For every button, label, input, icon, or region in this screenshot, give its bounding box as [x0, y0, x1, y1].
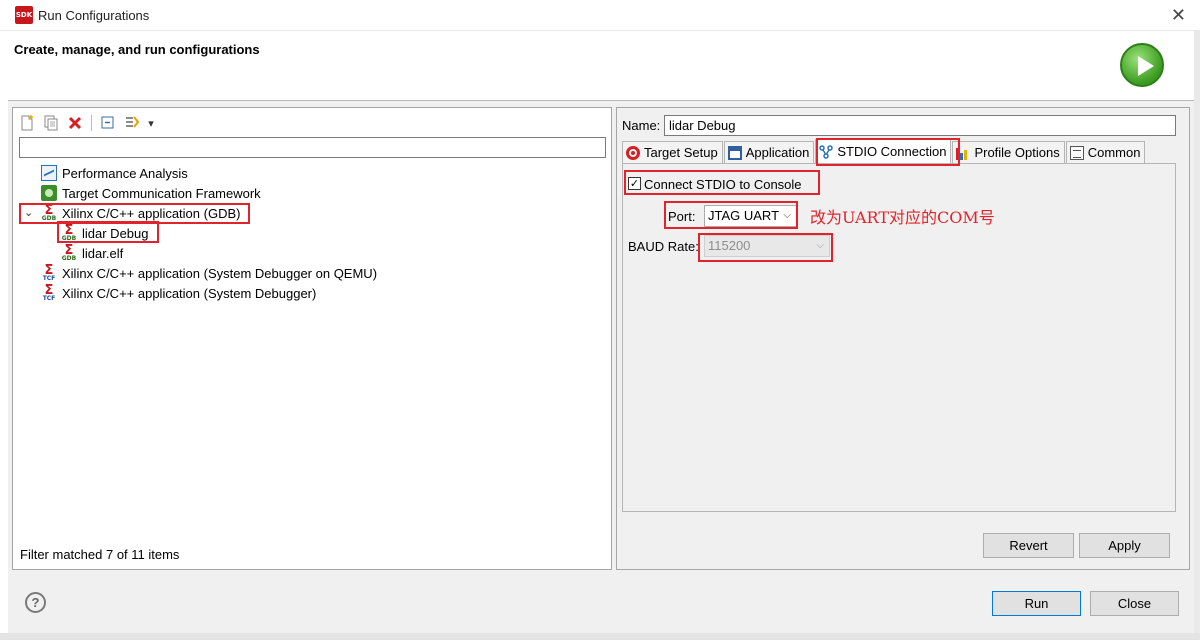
config-editor-panel: Name: Target Setup Application STDIO Con…: [616, 107, 1190, 570]
tree-item-xilinx-gdb[interactable]: Σ GDB Xilinx C/C++ application (GDB): [41, 203, 241, 223]
filter-status: Filter matched 7 of 11 items: [20, 547, 180, 562]
tab-application[interactable]: Application: [723, 141, 815, 163]
target-icon: [626, 145, 640, 160]
window-title: Run Configurations: [38, 8, 150, 23]
chevron-down-icon[interactable]: ⌄: [24, 206, 33, 219]
title-bar: SDK Run Configurations ✕: [0, 0, 1200, 31]
tree-item-label: lidar Debug: [82, 225, 149, 241]
tcf-icon: [41, 185, 57, 201]
baud-rate-label: BAUD Rate:: [628, 239, 699, 254]
chevron-down-icon: ⌵: [783, 210, 791, 221]
tab-label: Application: [745, 145, 810, 160]
tab-profile-options[interactable]: Profile Options: [952, 141, 1065, 163]
xilinx-gdb-icon: Σ GDB: [61, 243, 77, 262]
tree-toolbar: ▾: [17, 112, 156, 134]
port-select[interactable]: JTAG UART ⌵: [704, 205, 797, 227]
tree-item-label: lidar.elf: [82, 245, 124, 261]
baud-rate-value: 115200: [708, 238, 751, 253]
toolbar-separator: [91, 115, 92, 131]
performance-icon: [41, 165, 57, 181]
run-button[interactable]: Run: [992, 591, 1081, 616]
profile-icon: [956, 146, 970, 160]
tree-item-lidar-elf[interactable]: Σ GDB lidar.elf: [61, 243, 123, 263]
xilinx-gdb-icon: Σ GDB: [41, 203, 57, 222]
xilinx-gdb-icon: Σ GDB: [61, 223, 77, 242]
tree-item-xilinx-qemu[interactable]: Σ TCF Xilinx C/C++ application (System De…: [41, 263, 377, 283]
tab-label: Target Setup: [644, 145, 718, 160]
name-input[interactable]: [664, 115, 1176, 136]
tree-item-xilinx-system-debugger[interactable]: Σ TCF Xilinx C/C++ application (System De…: [41, 283, 317, 303]
xilinx-tcf-icon: Σ TCF: [42, 263, 56, 282]
annotation-note: 改为UART对应的COM号: [810, 208, 995, 227]
filter-input[interactable]: [19, 137, 606, 158]
application-icon: [727, 145, 742, 160]
duplicate-icon[interactable]: [41, 113, 61, 133]
tab-common[interactable]: Common: [1065, 141, 1146, 163]
connect-stdio-checkbox[interactable]: ✓: [628, 177, 641, 190]
tree-item-performance-analysis[interactable]: Performance Analysis: [41, 163, 188, 183]
run-banner-icon: [1120, 43, 1164, 87]
tree-item-label: Performance Analysis: [62, 165, 188, 181]
config-tabs: Target Setup Application STDIO Connectio…: [622, 139, 1146, 163]
background-window-strip: [0, 633, 1200, 640]
sdk-app-icon: SDK: [15, 6, 33, 24]
tab-stdio-connection[interactable]: STDIO Connection: [815, 139, 952, 163]
config-tree-panel: ▾ Performance Analysis Target Communicat…: [12, 107, 612, 570]
stdio-icon: [819, 144, 834, 159]
close-button[interactable]: Close: [1090, 591, 1179, 616]
port-value: JTAG UART: [708, 208, 780, 223]
common-icon: [1069, 145, 1084, 160]
tree-item-label: Xilinx C/C++ application (GDB): [62, 205, 241, 221]
name-label: Name:: [622, 118, 661, 133]
revert-button[interactable]: Revert: [983, 533, 1074, 558]
dialog-header-title: Create, manage, and run configurations: [14, 42, 260, 57]
xilinx-tcf-icon: Σ TCF: [42, 283, 56, 302]
delete-icon[interactable]: [65, 113, 85, 133]
help-icon[interactable]: ?: [25, 592, 46, 613]
dropdown-icon[interactable]: ▾: [146, 113, 156, 133]
dialog-footer: ? Run Close: [8, 575, 1194, 633]
tab-label: STDIO Connection: [837, 144, 947, 159]
tree-item-tcf[interactable]: Target Communication Framework: [41, 183, 261, 203]
tab-label: Profile Options: [974, 145, 1060, 160]
apply-button[interactable]: Apply: [1079, 533, 1170, 558]
dialog-header: Create, manage, and run configurations: [8, 31, 1194, 101]
connect-stdio-label: Connect STDIO to Console: [644, 177, 802, 192]
port-label: Port:: [668, 209, 696, 224]
collapse-all-icon[interactable]: [98, 113, 118, 133]
tree-item-label: Xilinx C/C++ application (System Debugge…: [62, 265, 378, 281]
new-config-icon[interactable]: [17, 113, 37, 133]
filter-icon[interactable]: [122, 113, 142, 133]
tree-item-label: Xilinx C/C++ application (System Debugge…: [62, 285, 317, 301]
tab-target-setup[interactable]: Target Setup: [622, 141, 723, 163]
window-close-icon[interactable]: ✕: [1171, 5, 1186, 26]
tab-label: Common: [1087, 145, 1141, 160]
chevron-down-icon: ⌵: [816, 240, 824, 251]
baud-rate-select: 115200 ⌵: [704, 235, 830, 257]
tree-item-lidar-debug[interactable]: Σ GDB lidar Debug: [61, 223, 149, 243]
tree-item-label: Target Communication Framework: [62, 185, 261, 201]
background-window-edge: [1194, 31, 1200, 633]
